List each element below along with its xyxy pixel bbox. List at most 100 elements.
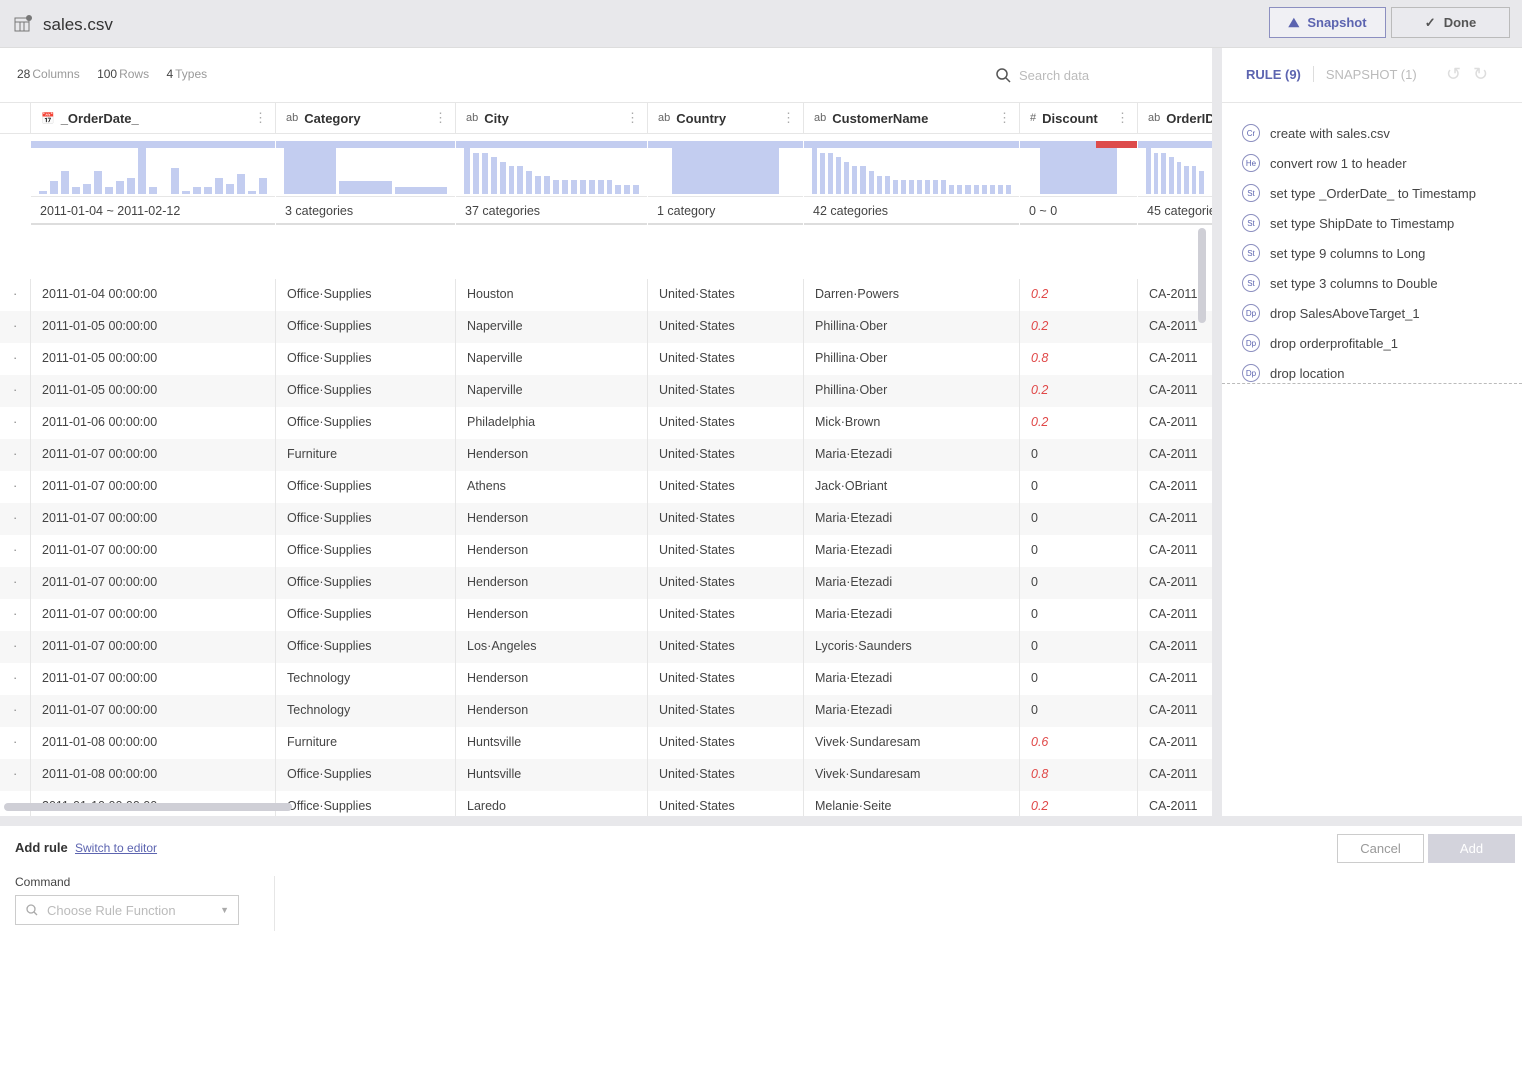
histogram-bar[interactable] bbox=[116, 180, 124, 194]
table-cell[interactable]: Henderson bbox=[455, 663, 647, 695]
table-cell[interactable]: CA-2011 bbox=[1137, 791, 1212, 816]
table-cell[interactable]: CA-2011 bbox=[1137, 471, 1212, 503]
table-cell[interactable]: Los·Angeles bbox=[455, 631, 647, 663]
histogram-bar[interactable] bbox=[1184, 166, 1189, 194]
table-cell[interactable]: 2011-01-07 00:00:00 bbox=[30, 663, 275, 695]
column-histogram[interactable] bbox=[1138, 134, 1212, 196]
table-cell[interactable]: 0 bbox=[1019, 439, 1137, 471]
table-cell[interactable]: CA-2011 bbox=[1137, 663, 1212, 695]
histogram-bar[interactable] bbox=[1199, 171, 1204, 194]
table-cell[interactable]: Philadelphia bbox=[455, 407, 647, 439]
histogram-bar[interactable] bbox=[852, 166, 858, 194]
histogram-bar[interactable] bbox=[624, 184, 631, 194]
table-cell[interactable]: 2011-01-05 00:00:00 bbox=[30, 343, 275, 375]
tab-rule[interactable]: RULE (9) bbox=[1246, 67, 1301, 82]
histogram-bar[interactable] bbox=[973, 184, 979, 194]
column-menu-icon[interactable]: ⋮ bbox=[626, 110, 639, 126]
histogram-bar[interactable] bbox=[72, 187, 80, 194]
table-row[interactable]: · 2011-01-04 00:00:00 Office·Supplies Houst… bbox=[0, 279, 1212, 311]
histogram-bar[interactable] bbox=[226, 184, 234, 194]
table-cell[interactable]: Technology bbox=[275, 663, 455, 695]
histogram-bar[interactable] bbox=[588, 180, 595, 194]
table-cell[interactable]: Maria·Etezadi bbox=[803, 439, 1019, 471]
table-cell[interactable]: United·States bbox=[647, 727, 803, 759]
table-cell[interactable]: 2011-01-05 00:00:00 bbox=[30, 375, 275, 407]
table-row[interactable]: · 2011-01-05 00:00:00 Office·Supplies Naper… bbox=[0, 311, 1212, 343]
table-cell[interactable]: Phillina·Ober bbox=[803, 375, 1019, 407]
table-cell[interactable]: United·States bbox=[647, 471, 803, 503]
histogram-bar[interactable] bbox=[464, 148, 470, 194]
histogram-bar[interactable] bbox=[579, 180, 586, 194]
histogram-bar[interactable] bbox=[508, 166, 515, 194]
rule-item[interactable]: Dp drop orderprofitable_1 bbox=[1242, 328, 1522, 358]
table-row[interactable]: · 2011-01-07 00:00:00 Office·Supplies Athen… bbox=[0, 471, 1212, 503]
column-header[interactable]: ab Category ⋮ bbox=[276, 102, 455, 134]
table-cell[interactable]: 0.8 bbox=[1019, 759, 1137, 791]
histogram-bar[interactable] bbox=[394, 186, 447, 194]
table-cell[interactable]: Office·Supplies bbox=[275, 535, 455, 567]
histogram-bar[interactable] bbox=[828, 152, 834, 194]
command-select[interactable]: Choose Rule Function ▼ bbox=[15, 895, 239, 925]
table-cell[interactable]: Technology bbox=[275, 695, 455, 727]
histogram-bar[interactable] bbox=[1168, 157, 1174, 194]
table-cell[interactable]: United·States bbox=[647, 279, 803, 311]
table-cell[interactable]: Houston bbox=[455, 279, 647, 311]
histogram-bar[interactable] bbox=[259, 177, 267, 194]
histogram-bar[interactable] bbox=[138, 148, 146, 194]
table-cell[interactable]: 2011-01-07 00:00:00 bbox=[30, 535, 275, 567]
histogram-bar[interactable] bbox=[606, 180, 613, 194]
histogram-bar[interactable] bbox=[284, 148, 337, 194]
table-cell[interactable]: 0 bbox=[1019, 503, 1137, 535]
column-histogram[interactable] bbox=[31, 134, 275, 196]
redo-icon[interactable]: ↻ bbox=[1473, 64, 1488, 85]
table-cell[interactable]: United·States bbox=[647, 407, 803, 439]
histogram-bar[interactable] bbox=[917, 180, 923, 194]
table-cell[interactable]: 0 bbox=[1019, 663, 1137, 695]
histogram-bar[interactable] bbox=[892, 180, 898, 194]
table-cell[interactable]: 2011-01-07 00:00:00 bbox=[30, 599, 275, 631]
table-cell[interactable]: CA-2011 bbox=[1137, 695, 1212, 727]
table-cell[interactable]: United·States bbox=[647, 311, 803, 343]
horizontal-scrollbar[interactable] bbox=[4, 803, 292, 811]
table-cell[interactable]: CA-2011 bbox=[1137, 343, 1212, 375]
table-row[interactable]: · 2011-01-07 00:00:00 Office·Supplies Los·A… bbox=[0, 631, 1212, 663]
table-cell[interactable]: Laredo bbox=[455, 791, 647, 816]
table-cell[interactable]: 0.2 bbox=[1019, 375, 1137, 407]
table-cell[interactable]: 2011-01-07 00:00:00 bbox=[30, 439, 275, 471]
histogram-bar[interactable] bbox=[615, 184, 622, 194]
histogram-bar[interactable] bbox=[526, 171, 533, 194]
table-cell[interactable]: 0 bbox=[1019, 567, 1137, 599]
histogram-bar[interactable] bbox=[633, 184, 640, 194]
table-cell[interactable]: CA-2011 bbox=[1137, 375, 1212, 407]
table-cell[interactable]: 2011-01-07 00:00:00 bbox=[30, 567, 275, 599]
table-cell[interactable]: Office·Supplies bbox=[275, 567, 455, 599]
table-cell[interactable]: Mick·Brown bbox=[803, 407, 1019, 439]
histogram-bar[interactable] bbox=[50, 180, 58, 194]
table-cell[interactable]: Henderson bbox=[455, 503, 647, 535]
table-cell[interactable]: 2011-01-05 00:00:00 bbox=[30, 311, 275, 343]
table-cell[interactable]: United·States bbox=[647, 375, 803, 407]
histogram-bar[interactable] bbox=[925, 180, 931, 194]
switch-to-editor-link[interactable]: Switch to editor bbox=[75, 841, 157, 855]
table-cell[interactable]: 2011-01-06 00:00:00 bbox=[30, 407, 275, 439]
histogram-bar[interactable] bbox=[860, 166, 866, 194]
table-cell[interactable]: 0 bbox=[1019, 599, 1137, 631]
rule-item[interactable]: Cr create with sales.csv bbox=[1242, 118, 1522, 148]
histogram-bar[interactable] bbox=[94, 171, 102, 194]
table-cell[interactable]: 2011-01-04 00:00:00 bbox=[30, 279, 275, 311]
histogram-bar[interactable] bbox=[517, 166, 524, 194]
table-cell[interactable]: 0.6 bbox=[1019, 727, 1137, 759]
histogram-bar[interactable] bbox=[1191, 166, 1197, 194]
histogram-bar[interactable] bbox=[499, 161, 506, 194]
histogram-bar[interactable] bbox=[597, 180, 604, 194]
table-row[interactable]: · 2011-01-07 00:00:00 Office·Supplies Hende… bbox=[0, 599, 1212, 631]
histogram-bar[interactable] bbox=[844, 161, 850, 194]
table-cell[interactable]: Henderson bbox=[455, 695, 647, 727]
table-cell[interactable]: Henderson bbox=[455, 535, 647, 567]
table-cell[interactable]: Office·Supplies bbox=[275, 599, 455, 631]
table-row[interactable]: · 2011-01-07 00:00:00 Technology Henderson U… bbox=[0, 695, 1212, 727]
column-histogram[interactable] bbox=[804, 134, 1019, 196]
column-header[interactable]: 📅 _OrderDate_ ⋮ bbox=[31, 102, 275, 134]
table-cell[interactable]: 0.2 bbox=[1019, 311, 1137, 343]
column-histogram[interactable] bbox=[456, 134, 647, 196]
